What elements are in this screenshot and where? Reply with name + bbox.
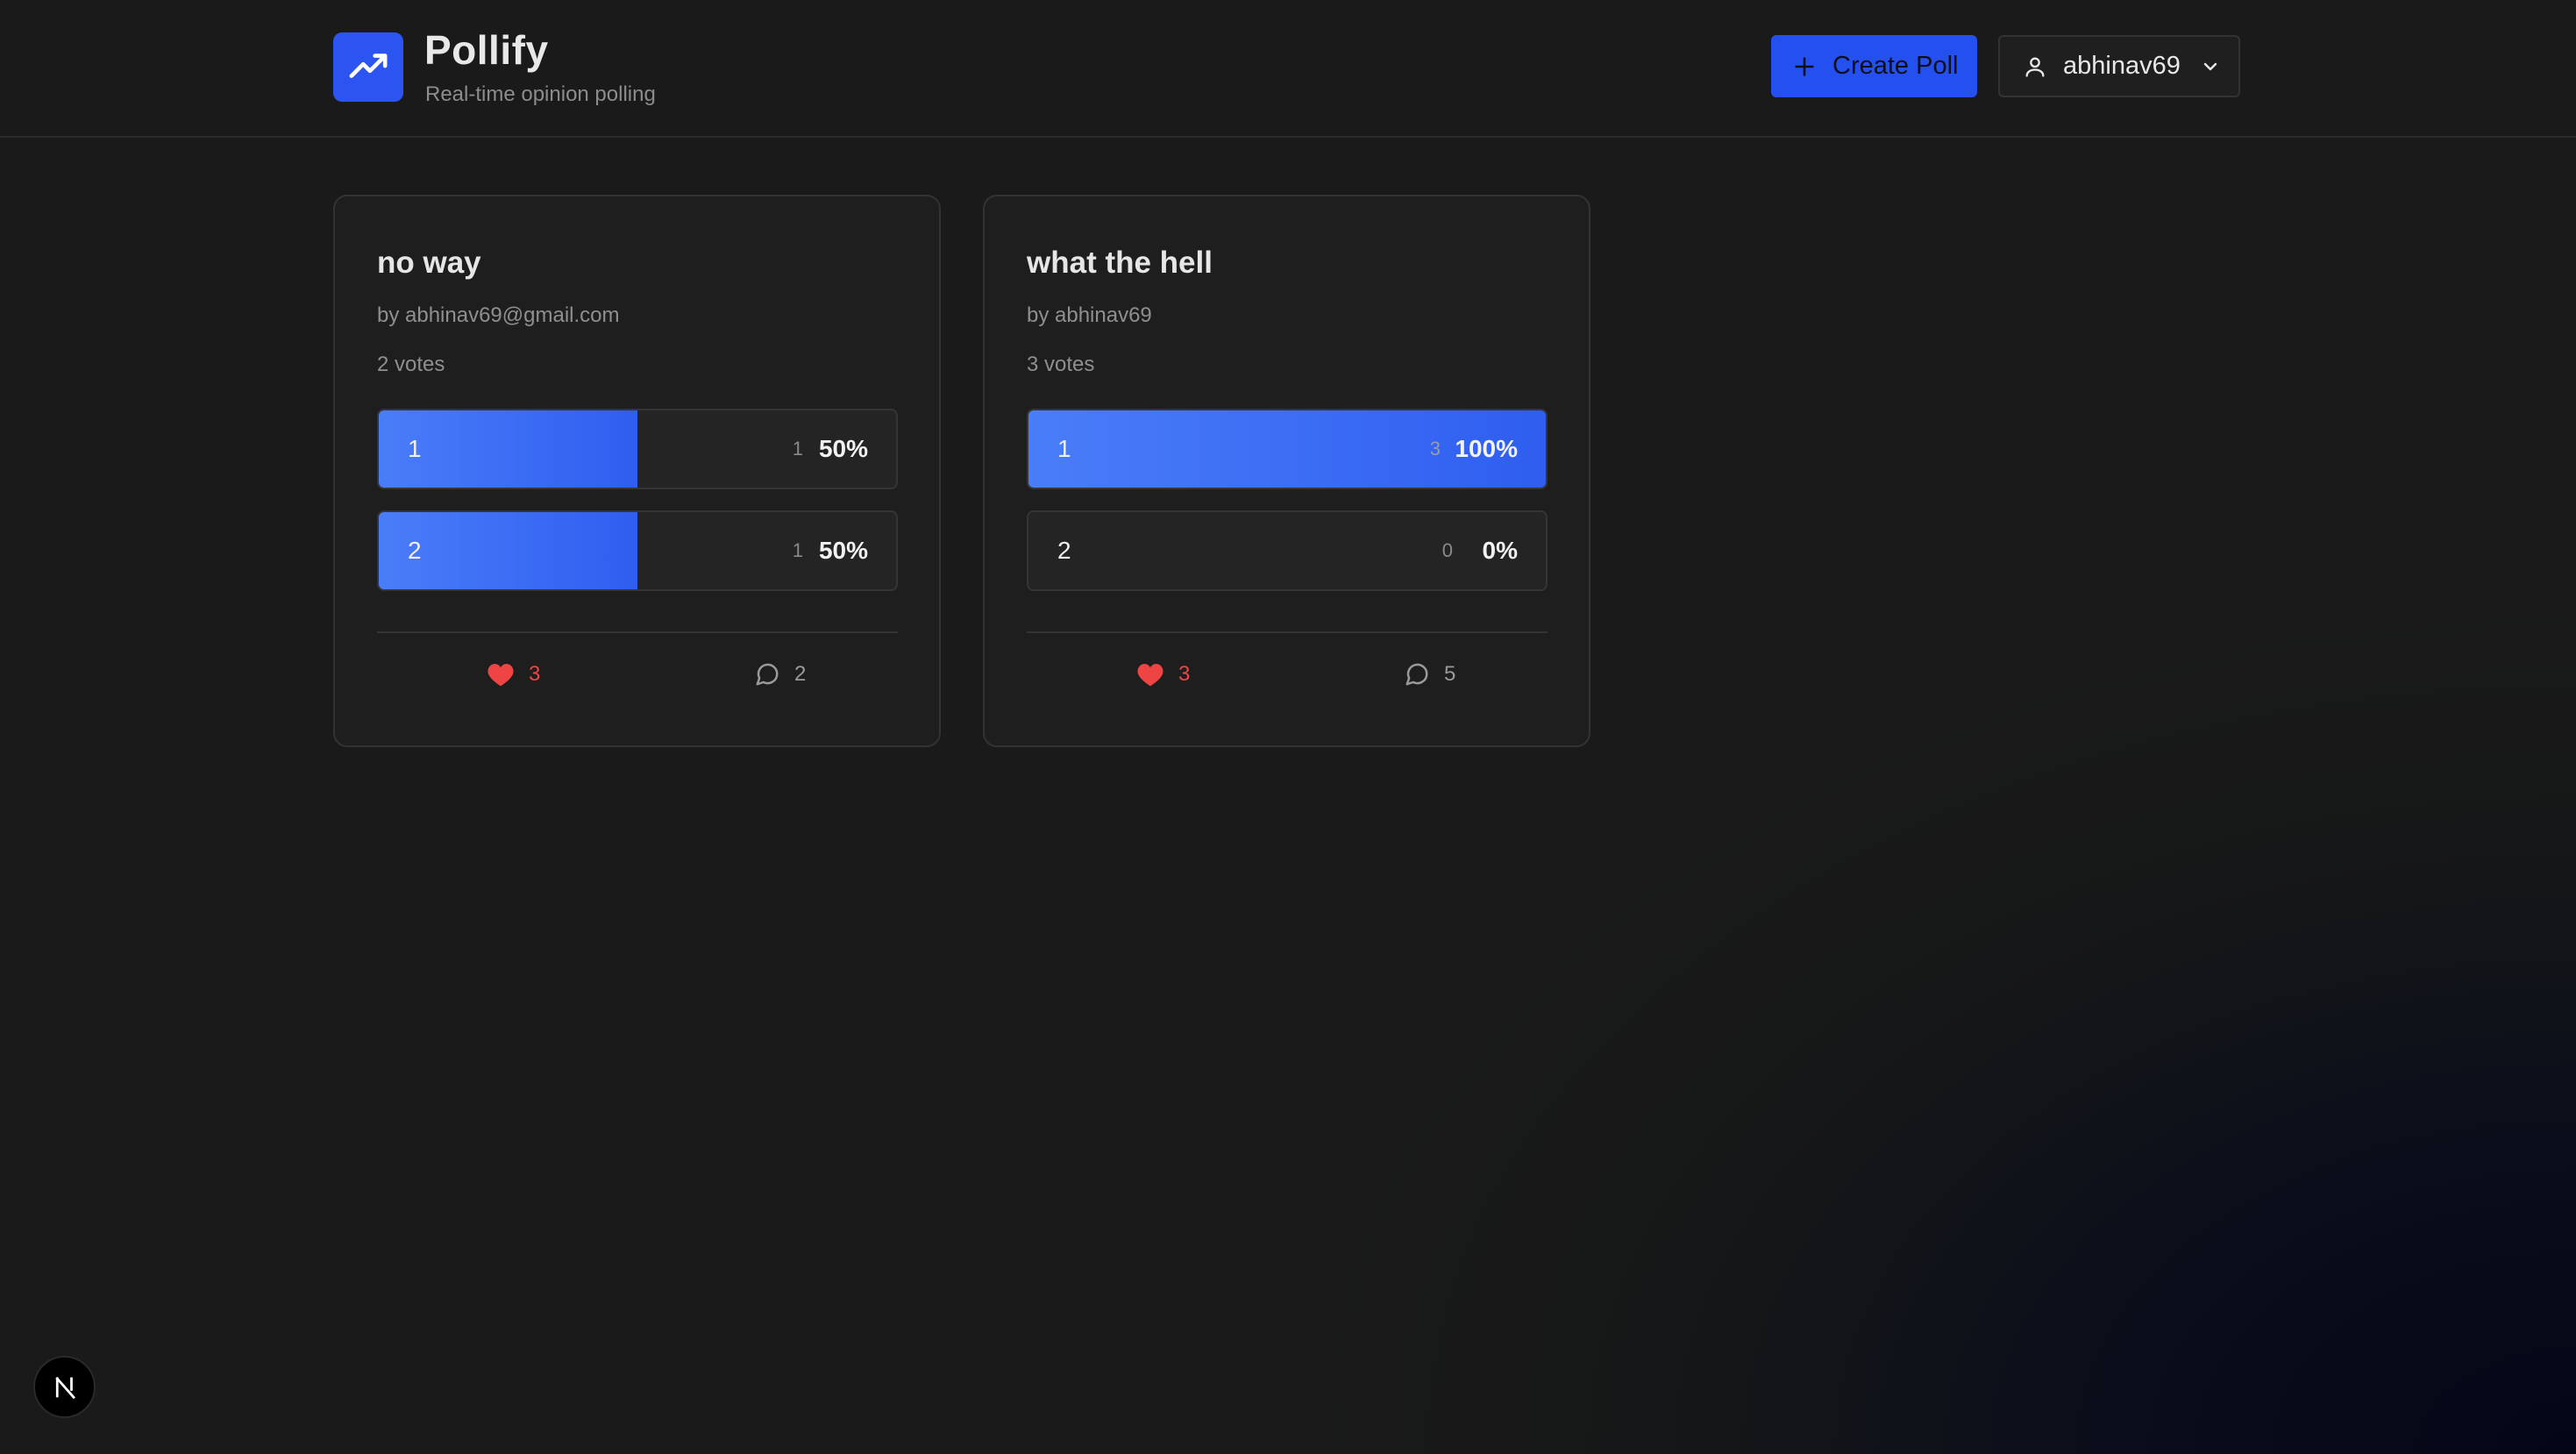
option-count: 3 bbox=[1429, 438, 1441, 460]
option-percent: 100% bbox=[1455, 435, 1518, 462]
option-percent: 50% bbox=[818, 537, 868, 564]
chevron-down-icon bbox=[2203, 62, 2217, 70]
option-label: 2 bbox=[408, 537, 422, 564]
nextjs-dev-badge[interactable] bbox=[33, 1356, 96, 1418]
option-count: 1 bbox=[792, 539, 803, 561]
heart-icon bbox=[487, 664, 514, 687]
create-poll-label: Create Poll bbox=[1832, 52, 1959, 80]
poll-author: by abhinav69@gmail.com bbox=[377, 303, 620, 327]
poll-option[interactable]: 2 1 50% bbox=[377, 510, 898, 591]
heart-icon bbox=[1137, 664, 1163, 687]
comment-count: 5 bbox=[1444, 662, 1456, 686]
option-count: 0 bbox=[1441, 539, 1453, 561]
poll-option[interactable]: 1 1 50% bbox=[377, 409, 898, 489]
nextjs-icon bbox=[54, 1376, 75, 1399]
option-label: 1 bbox=[408, 435, 422, 462]
like-button[interactable]: 3 bbox=[487, 661, 540, 688]
message-circle-icon bbox=[1405, 663, 1428, 686]
poll-vote-count: 3 votes bbox=[1027, 353, 1095, 376]
option-percent: 50% bbox=[818, 435, 868, 462]
comment-button[interactable]: 2 bbox=[754, 661, 806, 688]
create-poll-button[interactable]: Create Poll bbox=[1771, 35, 1977, 97]
trending-up-icon bbox=[349, 53, 388, 78]
poll-title: no way bbox=[377, 246, 481, 280]
comment-button[interactable]: 5 bbox=[1404, 661, 1455, 688]
poll-option[interactable]: 2 0 0% bbox=[1027, 510, 1548, 591]
comment-count: 2 bbox=[794, 662, 807, 686]
poll-option[interactable]: 1 3 100% bbox=[1027, 409, 1548, 489]
option-label: 2 bbox=[1057, 537, 1071, 564]
option-percent: 0% bbox=[1482, 537, 1518, 564]
user-icon bbox=[2025, 57, 2045, 77]
poll-vote-count: 2 votes bbox=[377, 353, 445, 376]
option-label: 1 bbox=[1057, 435, 1071, 462]
like-count: 3 bbox=[529, 662, 541, 686]
like-count: 3 bbox=[1178, 662, 1191, 686]
app-title: Pollify bbox=[424, 27, 549, 73]
poll-title: what the hell bbox=[1027, 246, 1213, 280]
app-subtitle: Real-time opinion polling bbox=[425, 82, 656, 106]
plus-icon bbox=[1795, 56, 1814, 76]
logo[interactable] bbox=[333, 32, 403, 102]
user-menu-button[interactable]: abhinav69 bbox=[1998, 35, 2240, 97]
card-divider bbox=[377, 631, 898, 633]
poll-author: by abhinav69 bbox=[1027, 303, 1152, 327]
like-button[interactable]: 3 bbox=[1136, 661, 1190, 688]
user-name: abhinav69 bbox=[2063, 52, 2181, 80]
card-divider bbox=[1027, 631, 1548, 633]
top-header: Pollify Real-time opinion polling Create… bbox=[0, 0, 2576, 138]
poll-card[interactable]: no way by abhinav69@gmail.com 2 votes 1 … bbox=[333, 195, 941, 747]
option-count: 1 bbox=[792, 438, 803, 460]
poll-card[interactable]: what the hell by abhinav69 3 votes 1 3 1… bbox=[983, 195, 1590, 747]
message-circle-icon bbox=[756, 663, 779, 686]
